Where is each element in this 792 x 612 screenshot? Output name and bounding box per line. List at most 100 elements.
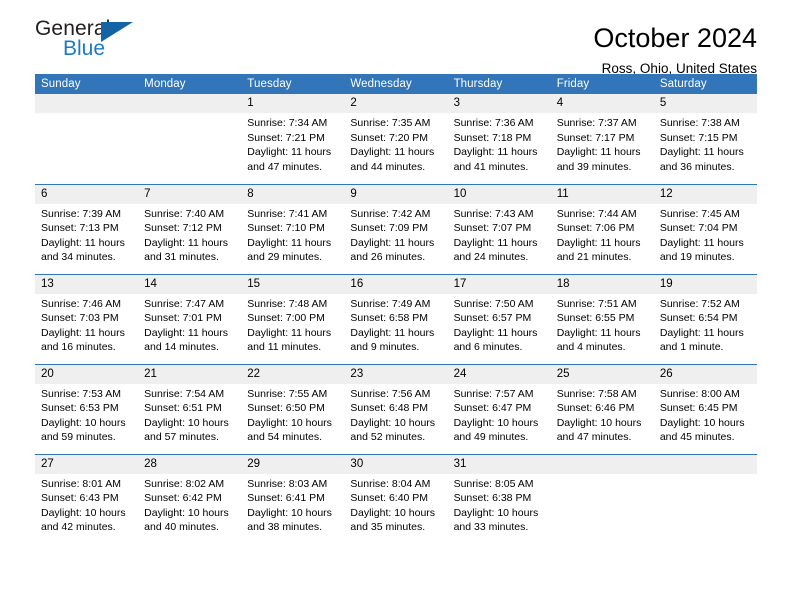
daylight-text-line1: Daylight: 10 hours	[247, 506, 332, 519]
day-number: 28	[138, 454, 242, 474]
calendar-day-cell[interactable]: 7 Sunrise: 7:40 AM Sunset: 7:12 PM Daylight…	[138, 183, 242, 274]
daylight-text-line1: Daylight: 11 hours	[659, 146, 744, 159]
sun-info: Sunrise: 7:47 AM Sunset: 7:01 PM Daylight:…	[138, 294, 241, 355]
daylight-text-line1: Daylight: 11 hours	[453, 236, 538, 249]
sun-info: Sunrise: 7:43 AM Sunset: 7:07 PM Daylight:…	[448, 204, 551, 265]
calendar-day-cell[interactable]: 5 Sunrise: 7:38 AM Sunset: 7:15 PM Daylight…	[653, 94, 757, 184]
day-number: 24	[447, 364, 551, 384]
daylight-text-line2: and 59 minutes.	[41, 431, 116, 444]
daylight-text-line1: Daylight: 11 hours	[453, 326, 538, 339]
sunset-text: Sunset: 6:51 PM	[144, 402, 222, 415]
calendar-day-cell[interactable]: 2 Sunrise: 7:35 AM Sunset: 7:20 PM Daylight…	[344, 94, 448, 184]
sunset-text: Sunset: 6:50 PM	[247, 402, 325, 415]
calendar-day-cell[interactable]: 19 Sunrise: 7:52 AM Sunset: 6:54 PM Dayligh…	[653, 273, 757, 364]
day-number: 6	[35, 184, 139, 204]
calendar-day-cell[interactable]: 9 Sunrise: 7:42 AM Sunset: 7:09 PM Daylight…	[344, 183, 448, 274]
daylight-text-line2: and 9 minutes.	[350, 341, 420, 354]
calendar-day-cell[interactable]: 13 Sunrise: 7:46 AM Sunset: 7:03 PM Dayligh…	[35, 273, 139, 364]
sunrise-text: Sunrise: 7:49 AM	[350, 297, 431, 310]
daylight-text-line1: Daylight: 11 hours	[556, 236, 641, 249]
sunrise-text: Sunrise: 7:56 AM	[350, 387, 431, 400]
calendar-day-cell[interactable]: 6 Sunrise: 7:39 AM Sunset: 7:13 PM Daylight…	[35, 183, 139, 274]
calendar-week-row: 20 Sunrise: 7:53 AM Sunset: 6:53 PM Dayligh…	[35, 363, 757, 454]
calendar-day-cell[interactable]: 11 Sunrise: 7:44 AM Sunset: 7:06 PM Dayligh…	[550, 183, 654, 274]
daylight-text-line2: and 16 minutes.	[41, 341, 116, 354]
sun-info: Sunrise: 8:00 AM Sunset: 6:45 PM Daylight:…	[654, 384, 757, 445]
sun-info: Sunrise: 7:38 AM Sunset: 7:15 PM Daylight:…	[654, 113, 757, 174]
day-number: 3	[447, 94, 551, 113]
calendar-day-cell[interactable]: 4 Sunrise: 7:37 AM Sunset: 7:17 PM Daylight…	[550, 94, 654, 184]
calendar-day-cell[interactable]: 1 Sunrise: 7:34 AM Sunset: 7:21 PM Daylight…	[241, 94, 345, 184]
daylight-text-line1: Daylight: 10 hours	[41, 506, 126, 519]
general-blue-logo[interactable]: General Blue	[35, 18, 215, 70]
sunrise-text: Sunrise: 7:58 AM	[556, 387, 637, 400]
daylight-text-line2: and 52 minutes.	[350, 431, 426, 444]
daylight-text-line2: and 36 minutes.	[659, 160, 735, 173]
daylight-text-line1: Daylight: 11 hours	[247, 146, 332, 159]
sunset-text: Sunset: 6:47 PM	[453, 402, 532, 415]
sunset-text: Sunset: 7:13 PM	[41, 222, 119, 235]
sunrise-text: Sunrise: 7:34 AM	[247, 117, 328, 129]
sunrise-text: Sunrise: 7:42 AM	[350, 207, 431, 220]
calendar-cell-empty	[35, 94, 139, 184]
sunrise-text: Sunrise: 8:00 AM	[659, 387, 740, 400]
sunrise-text: Sunrise: 8:05 AM	[453, 477, 534, 490]
calendar-day-cell[interactable]: 23 Sunrise: 7:56 AM Sunset: 6:48 PM Dayligh…	[344, 363, 448, 454]
daylight-text-line2: and 14 minutes.	[144, 341, 219, 354]
calendar-page: General Blue October 2024 Ross, Ohio, Un…	[0, 0, 792, 612]
calendar-day-cell[interactable]: 31 Sunrise: 8:05 AM Sunset: 6:38 PM Dayligh…	[447, 453, 551, 544]
calendar-day-cell[interactable]: 26 Sunrise: 8:00 AM Sunset: 6:45 PM Dayligh…	[653, 363, 757, 454]
sunrise-text: Sunrise: 7:37 AM	[556, 117, 637, 129]
calendar-day-cell[interactable]: 18 Sunrise: 7:51 AM Sunset: 6:55 PM Dayligh…	[550, 273, 654, 364]
sun-info: Sunrise: 7:41 AM Sunset: 7:10 PM Daylight:…	[241, 204, 344, 265]
calendar-day-cell[interactable]: 17 Sunrise: 7:50 AM Sunset: 6:57 PM Dayligh…	[447, 273, 551, 364]
daylight-text-line1: Daylight: 11 hours	[144, 326, 228, 339]
calendar-day-cell[interactable]: 25 Sunrise: 7:58 AM Sunset: 6:46 PM Dayligh…	[550, 363, 654, 454]
calendar-day-cell[interactable]: 22 Sunrise: 7:55 AM Sunset: 6:50 PM Dayligh…	[241, 363, 345, 454]
sun-info: Sunrise: 7:36 AM Sunset: 7:18 PM Daylight:…	[448, 113, 551, 174]
calendar-cell-empty	[138, 94, 242, 184]
sunrise-text: Sunrise: 7:53 AM	[41, 387, 121, 400]
sunset-text: Sunset: 6:58 PM	[350, 312, 429, 325]
daylight-text-line1: Daylight: 10 hours	[453, 506, 539, 519]
sunset-text: Sunset: 6:45 PM	[659, 402, 738, 415]
calendar-day-cell[interactable]: 24 Sunrise: 7:57 AM Sunset: 6:47 PM Dayligh…	[447, 363, 551, 454]
daylight-text-line1: Daylight: 11 hours	[556, 326, 641, 339]
day-number: 4	[550, 94, 654, 113]
calendar-day-cell[interactable]: 20 Sunrise: 7:53 AM Sunset: 6:53 PM Dayligh…	[35, 363, 139, 454]
calendar-day-cell[interactable]: 21 Sunrise: 7:54 AM Sunset: 6:51 PM Dayligh…	[138, 363, 242, 454]
calendar-day-cell[interactable]: 8 Sunrise: 7:41 AM Sunset: 7:10 PM Daylight…	[241, 183, 345, 274]
sun-info: Sunrise: 7:42 AM Sunset: 7:09 PM Daylight:…	[344, 204, 447, 265]
daylight-text-line1: Daylight: 10 hours	[144, 506, 229, 519]
sunrise-text: Sunrise: 8:02 AM	[144, 477, 225, 490]
calendar-day-cell[interactable]: 10 Sunrise: 7:43 AM Sunset: 7:07 PM Dayligh…	[447, 183, 551, 274]
calendar-day-cell[interactable]: 12 Sunrise: 7:45 AM Sunset: 7:04 PM Dayligh…	[653, 183, 757, 274]
calendar-day-cell[interactable]: 30 Sunrise: 8:04 AM Sunset: 6:40 PM Dayligh…	[344, 453, 448, 544]
daylight-text-line2: and 57 minutes.	[144, 431, 219, 444]
weekday-header-monday: Monday	[138, 74, 242, 94]
daylight-text-line1: Daylight: 11 hours	[350, 236, 435, 249]
day-number: 13	[35, 274, 139, 294]
day-number: 12	[653, 184, 757, 204]
calendar-day-cell[interactable]: 27 Sunrise: 8:01 AM Sunset: 6:43 PM Dayligh…	[35, 453, 139, 544]
sunset-text: Sunset: 7:00 PM	[247, 312, 325, 325]
daylight-text-line2: and 34 minutes.	[41, 251, 116, 264]
day-number	[550, 454, 654, 474]
logo-text-blue: Blue	[63, 37, 106, 60]
day-number: 29	[241, 454, 345, 474]
calendar-day-cell[interactable]: 14 Sunrise: 7:47 AM Sunset: 7:01 PM Dayligh…	[138, 273, 242, 364]
sun-info: Sunrise: 8:04 AM Sunset: 6:40 PM Daylight:…	[344, 474, 447, 535]
calendar-day-cell[interactable]: 15 Sunrise: 7:48 AM Sunset: 7:00 PM Dayligh…	[241, 273, 345, 364]
sunrise-text: Sunrise: 7:43 AM	[453, 207, 534, 220]
calendar-day-cell[interactable]: 28 Sunrise: 8:02 AM Sunset: 6:42 PM Dayligh…	[138, 453, 242, 544]
daylight-text-line2: and 44 minutes.	[350, 160, 426, 173]
sun-info: Sunrise: 7:39 AM Sunset: 7:13 PM Daylight:…	[35, 204, 138, 265]
sunset-text: Sunset: 6:43 PM	[41, 492, 119, 505]
calendar-day-cell[interactable]: 3 Sunrise: 7:36 AM Sunset: 7:18 PM Daylight…	[447, 94, 551, 184]
sunset-text: Sunset: 7:20 PM	[350, 131, 429, 144]
calendar-day-cell[interactable]: 16 Sunrise: 7:49 AM Sunset: 6:58 PM Dayligh…	[344, 273, 448, 364]
day-number: 5	[653, 94, 757, 113]
sun-info: Sunrise: 8:02 AM Sunset: 6:42 PM Daylight:…	[138, 474, 241, 535]
sunrise-text: Sunrise: 7:44 AM	[556, 207, 637, 220]
calendar-day-cell[interactable]: 29 Sunrise: 8:03 AM Sunset: 6:41 PM Dayligh…	[241, 453, 345, 544]
